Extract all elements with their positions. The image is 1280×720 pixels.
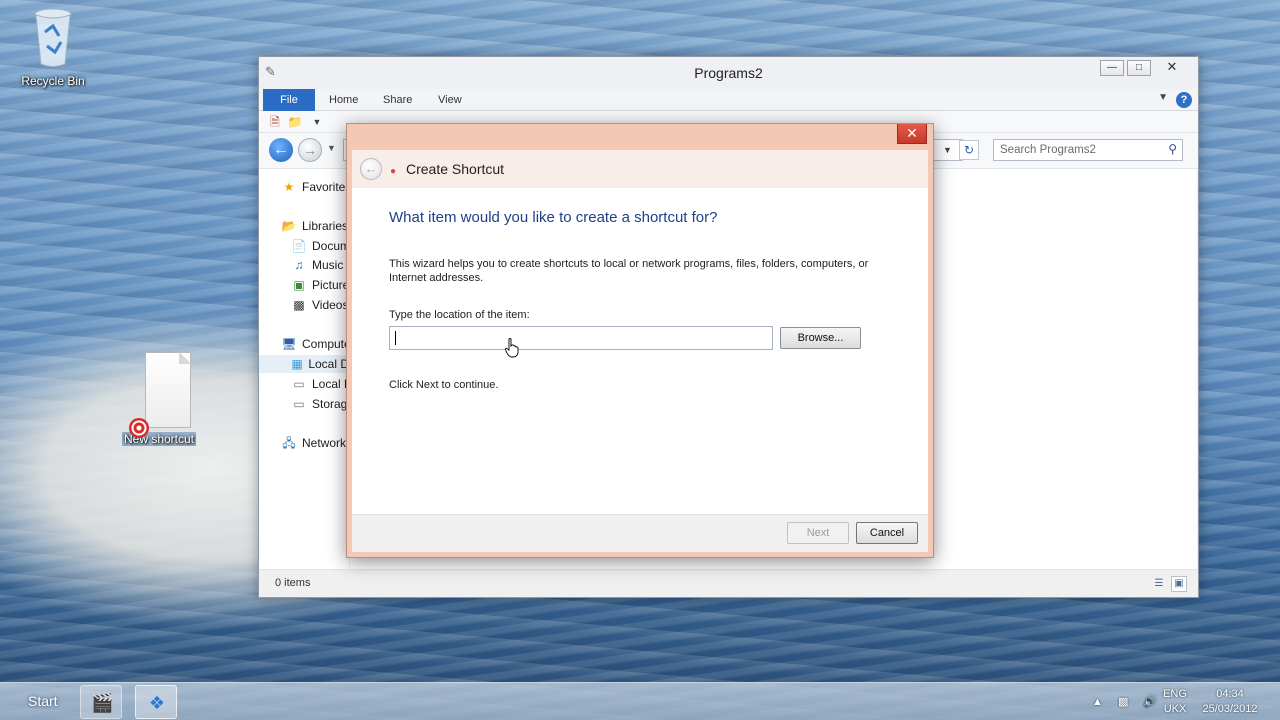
refresh-button[interactable]: ↻ <box>959 140 979 160</box>
nav-local-disk-2[interactable]: ▭ Local D <box>291 375 352 393</box>
nav-pictures[interactable]: ▣ Picture <box>291 276 349 294</box>
language-code: ENG <box>1163 688 1187 700</box>
wizard-description: This wizard helps you to create shortcut… <box>389 258 869 284</box>
shortcut-target-icon <box>129 418 149 438</box>
help-icon[interactable]: ? <box>1176 92 1192 108</box>
properties-icon[interactable]: 🗎 <box>267 114 283 130</box>
nav-music[interactable]: ♫ Music <box>291 256 344 274</box>
create-shortcut-dialog: ✕ ← ● Create Shortcut What item would yo… <box>346 123 934 558</box>
customize-toolbar-icon[interactable]: ▼ <box>309 114 325 130</box>
recycle-bin-icon <box>33 6 73 70</box>
status-bar: 0 items ☰ ▣ <box>259 569 1198 597</box>
browse-button[interactable]: Browse... <box>780 327 861 349</box>
back-button[interactable]: ← <box>269 138 293 162</box>
windows-drive-icon: ▦ <box>291 357 303 371</box>
hand-cursor-icon <box>505 338 519 358</box>
computer-icon: 🖥 <box>281 337 297 351</box>
recent-locations-icon[interactable]: ▼ <box>327 143 336 153</box>
item-count: 0 items <box>275 577 311 589</box>
clapperboard-icon: 🎬 <box>91 693 114 713</box>
taskbar-explorer[interactable]: ❖ <box>135 685 177 719</box>
music-icon: ♫ <box>294 258 304 272</box>
dialog-close-button[interactable]: ✕ <box>897 124 927 144</box>
nav-storage[interactable]: ▭ Storage <box>291 395 354 413</box>
nav-label: Libraries <box>302 219 349 233</box>
nav-label: Videos <box>312 298 349 312</box>
start-button[interactable]: Start <box>28 693 58 709</box>
drive-icon: ▭ <box>293 377 305 391</box>
videos-icon: ▩ <box>293 298 305 312</box>
location-field[interactable] <box>389 326 773 350</box>
network-icon: 🖧 <box>282 436 296 450</box>
search-input[interactable] <box>994 140 1154 160</box>
search-box[interactable]: ⚲ <box>993 139 1183 161</box>
nav-network[interactable]: 🖧 Network <box>281 434 346 452</box>
nav-local-disk-1[interactable]: ▦ Local D <box>259 355 349 373</box>
system-clock[interactable]: 04:34 25/03/2012 <box>1200 687 1260 717</box>
nav-label: Favorites <box>302 180 352 194</box>
nav-label: Music <box>312 258 344 272</box>
tab-file[interactable]: File <box>263 89 315 111</box>
tab-share[interactable]: Share <box>373 89 422 111</box>
new-shortcut-desktop-icon[interactable]: New shortcut <box>112 352 206 446</box>
recycle-bin-label: Recycle Bin <box>21 74 85 88</box>
close-button[interactable]: ✕ <box>1154 60 1190 76</box>
navigation-pane: ★ Favorites 📂 Libraries 📄 Docum ♫ Music … <box>259 169 354 569</box>
large-icons-view-icon[interactable]: ▣ <box>1171 576 1187 592</box>
shortcut-wizard-icon: ● <box>390 166 397 177</box>
dialog-footer: Next Cancel <box>352 514 928 552</box>
nav-documents[interactable]: 📄 Docum <box>291 237 351 255</box>
nav-label: Docum <box>312 239 351 253</box>
nav-videos[interactable]: ▩ Videos <box>291 296 348 314</box>
explorer-titlebar[interactable]: ✎ Programs2 — □ ✕ <box>259 57 1198 89</box>
recycle-bin-desktop-icon[interactable]: Recycle Bin <box>14 6 92 88</box>
location-label: Type the location of the item: <box>389 309 530 321</box>
window-title: Programs2 <box>694 65 763 81</box>
dialog-title: Create Shortcut <box>406 161 505 177</box>
next-button[interactable]: Next <box>787 522 849 544</box>
continue-hint: Click Next to continue. <box>389 379 499 391</box>
details-view-icon[interactable]: ☰ <box>1151 576 1167 592</box>
windows-explorer-icon: ❖ <box>148 693 166 713</box>
nav-label: Picture <box>312 278 350 292</box>
nav-computer[interactable]: 🖥 Compute <box>281 335 351 353</box>
search-icon[interactable]: ⚲ <box>1168 142 1177 156</box>
blank-file-icon <box>129 352 191 438</box>
dialog-header: ← ● Create Shortcut <box>352 150 928 188</box>
text-caret <box>395 331 396 345</box>
drive-icon: ▭ <box>293 397 305 411</box>
nav-favorites[interactable]: ★ Favorites <box>281 178 352 196</box>
ribbon-tabs: File Home Share View ▼ ? <box>259 89 1198 111</box>
taskbar: Start 🎬 ❖ ▲ ▩ 🔊 ENG UKX 04:34 25/03/2012 <box>0 682 1280 720</box>
new-folder-icon[interactable]: 📁 <box>287 114 303 130</box>
expand-ribbon-icon[interactable]: ▼ <box>1158 92 1168 103</box>
minimize-button[interactable]: — <box>1100 60 1124 76</box>
tab-home[interactable]: Home <box>319 89 368 111</box>
clock-time: 04:34 <box>1216 688 1244 700</box>
location-input[interactable] <box>390 327 772 349</box>
maximize-button[interactable]: □ <box>1127 60 1151 76</box>
nav-label: Local D <box>308 357 349 371</box>
nav-label: Compute <box>302 337 351 351</box>
nav-label: Network <box>302 436 347 450</box>
tab-view[interactable]: View <box>428 89 472 111</box>
pictures-icon: ▣ <box>293 278 305 292</box>
notification-icons[interactable]: ▲ ▩ 🔊 <box>1092 695 1163 708</box>
document-icon: 📄 <box>291 239 307 253</box>
star-icon: ★ <box>283 180 295 194</box>
language-indicator[interactable]: ENG UKX <box>1160 687 1190 717</box>
taskbar-movie-maker[interactable]: 🎬 <box>80 685 122 719</box>
wizard-heading: What item would you like to create a sho… <box>389 209 718 226</box>
libraries-icon: 📂 <box>281 219 297 233</box>
forward-button[interactable]: → <box>298 138 322 162</box>
address-dropdown-icon[interactable]: ▼ <box>943 145 952 155</box>
nav-libraries[interactable]: 📂 Libraries <box>281 217 349 235</box>
cancel-button[interactable]: Cancel <box>856 522 918 544</box>
wizard-back-button[interactable]: ← <box>360 158 382 180</box>
clock-date: 25/03/2012 <box>1202 703 1258 715</box>
keyboard-layout: UKX <box>1163 703 1187 715</box>
